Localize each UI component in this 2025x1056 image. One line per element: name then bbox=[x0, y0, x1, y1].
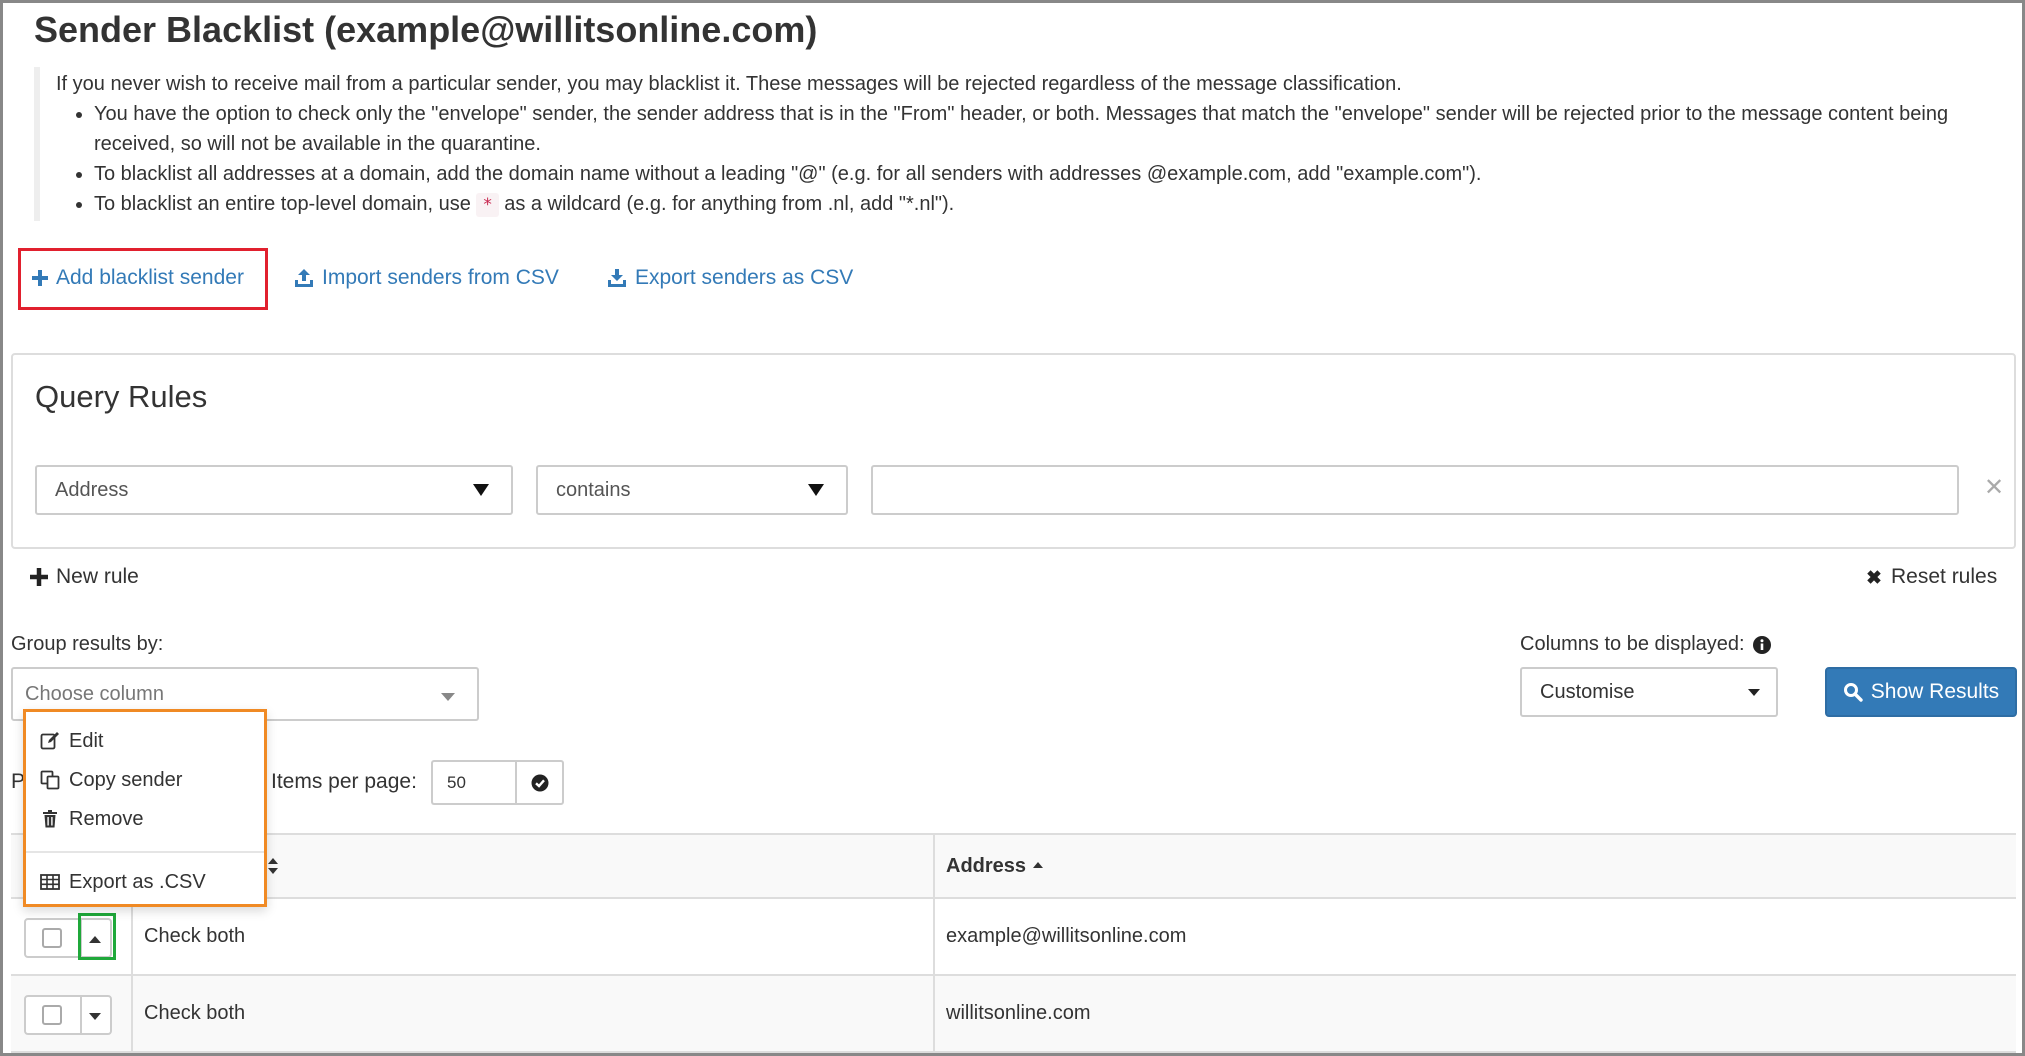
app-window: Sender Blacklist (example@willitsonline.… bbox=[0, 0, 2025, 1056]
plus-icon bbox=[30, 568, 48, 586]
sort-asc-icon bbox=[1033, 862, 1044, 868]
table-row[interactable]: Check both example@willitsonline.com bbox=[11, 899, 2016, 976]
trash-icon bbox=[43, 810, 57, 828]
table-icon bbox=[40, 874, 60, 890]
rule-value-input[interactable] bbox=[871, 465, 1959, 515]
page-title: Sender Blacklist (example@willitsonline.… bbox=[34, 9, 818, 50]
info-callout: If you never wish to receive mail from a… bbox=[34, 67, 1994, 221]
table-row[interactable]: Check both willitsonline.com bbox=[11, 976, 2016, 1053]
import-csv-link[interactable]: Import senders from CSV bbox=[294, 261, 559, 295]
info-bullet-wildcard: To blacklist an entire top-level domain,… bbox=[94, 189, 1994, 219]
query-rules-panel: Query Rules Address contains ✕ bbox=[11, 353, 2016, 549]
chevron-down-icon bbox=[441, 693, 455, 701]
check-cell: Check both bbox=[144, 1002, 246, 1024]
items-per-page-input[interactable]: 50 bbox=[431, 760, 516, 805]
sort-icon bbox=[268, 858, 278, 874]
menu-item-export-csv[interactable]: Export as .CSV bbox=[40, 865, 206, 899]
show-results-button[interactable]: Show Results bbox=[1825, 667, 2017, 717]
chevron-down-icon bbox=[1748, 689, 1760, 696]
check-column-header[interactable] bbox=[267, 835, 279, 897]
apply-items-per-page-button[interactable] bbox=[515, 760, 564, 805]
info-intro: If you never wish to receive mail from a… bbox=[56, 73, 1402, 95]
menu-divider bbox=[26, 851, 264, 853]
operator-select[interactable]: contains bbox=[536, 465, 848, 515]
check-circle-icon bbox=[531, 774, 548, 791]
export-csv-label: Export senders as CSV bbox=[635, 266, 854, 289]
items-per-page-label: Items per page: bbox=[271, 770, 417, 793]
times-icon[interactable]: ✕ bbox=[1983, 476, 2005, 500]
group-by-label: Group results by: bbox=[11, 633, 164, 655]
columns-select[interactable]: Customise bbox=[1520, 667, 1778, 717]
dropdown-triangle-icon bbox=[473, 484, 489, 496]
reset-rules-button[interactable]: Reset rules bbox=[1865, 565, 1997, 589]
dropdown-triangle-icon bbox=[808, 484, 824, 496]
menu-item-remove[interactable]: Remove bbox=[40, 802, 143, 836]
address-column-header[interactable]: Address bbox=[946, 835, 1044, 897]
upload-icon bbox=[295, 269, 313, 287]
menu-item-copy-sender[interactable]: Copy sender bbox=[40, 763, 182, 797]
import-csv-label: Import senders from CSV bbox=[322, 266, 559, 289]
row-action-menu: Edit Copy sender Remove Export as .CSV bbox=[23, 709, 267, 907]
columns-label: Columns to be displayed: bbox=[1520, 633, 1771, 656]
row-action-group bbox=[24, 995, 112, 1035]
times-icon bbox=[1867, 570, 1881, 584]
copy-icon bbox=[40, 770, 60, 790]
highlight-row-toggle bbox=[78, 913, 116, 960]
check-cell: Check both bbox=[144, 925, 246, 947]
address-cell: willitsonline.com bbox=[946, 1002, 1091, 1024]
address-cell: example@willitsonline.com bbox=[946, 925, 1187, 947]
download-icon bbox=[608, 269, 626, 287]
info-list: You have the option to check only the "e… bbox=[56, 99, 1994, 219]
row-select-checkbox[interactable] bbox=[42, 1005, 62, 1025]
info-bullet-envelope: You have the option to check only the "e… bbox=[94, 99, 1994, 159]
new-rule-button[interactable]: New rule bbox=[30, 565, 139, 589]
edit-icon bbox=[40, 732, 59, 750]
info-icon[interactable] bbox=[1752, 635, 1771, 654]
search-icon bbox=[1843, 683, 1863, 702]
wildcard-code: * bbox=[476, 193, 499, 217]
highlight-add-button bbox=[18, 248, 268, 310]
row-select-checkbox[interactable] bbox=[42, 928, 62, 948]
info-bullet-domain: To blacklist all addresses at a domain, … bbox=[94, 159, 1994, 189]
table-header-row: Address bbox=[11, 833, 2016, 899]
field-select[interactable]: Address bbox=[35, 465, 513, 515]
query-rules-title: Query Rules bbox=[35, 379, 208, 414]
export-csv-link[interactable]: Export senders as CSV bbox=[607, 261, 853, 295]
menu-item-edit[interactable]: Edit bbox=[40, 724, 103, 758]
senders-table: Address Check both example@willitsonline… bbox=[11, 833, 2016, 1053]
caret-down-icon[interactable] bbox=[89, 1013, 101, 1020]
